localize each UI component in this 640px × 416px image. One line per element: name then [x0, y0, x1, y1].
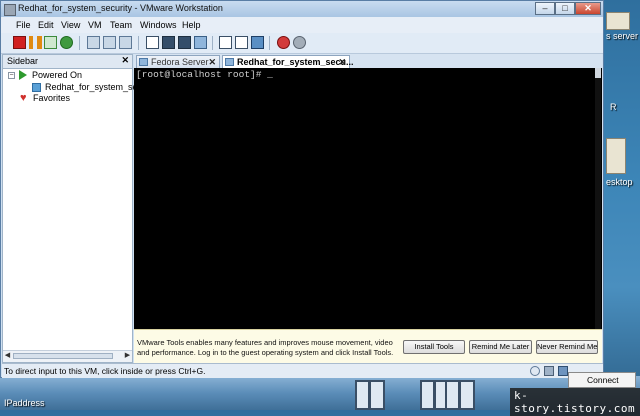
appliance-view-icon[interactable] [235, 36, 248, 49]
install-tools-button[interactable]: Install Tools [403, 340, 465, 354]
scrollbar-thumb[interactable] [13, 353, 113, 359]
toolbar-separator [138, 36, 139, 50]
connect-label: Connect [587, 375, 619, 385]
notification-message: VMware Tools enables many features and i… [137, 338, 394, 357]
quick-switch-icon[interactable] [194, 36, 207, 49]
menu-view[interactable]: View [61, 20, 80, 30]
snapshot-manager-icon[interactable] [119, 36, 132, 49]
close-button[interactable]: ✕ [575, 2, 601, 15]
toolbar [1, 33, 603, 54]
toolbar-separator [212, 36, 213, 50]
console-view-icon[interactable] [162, 36, 175, 49]
console-prompt: [root@localhost root]# _ [136, 69, 273, 80]
window-title: Redhat_for_system_security - VMware Work… [18, 3, 223, 13]
menu-edit[interactable]: Edit [38, 20, 54, 30]
taskbar-window-icon-3[interactable] [445, 380, 475, 410]
record-icon[interactable] [277, 36, 290, 49]
taskbar-ipaddress-label[interactable]: IPaddress [4, 398, 45, 408]
minimize-button[interactable]: – [535, 2, 555, 15]
scroll-left-icon[interactable]: ◀ [3, 351, 12, 361]
vm-tab-icon [225, 58, 234, 66]
app-icon [4, 4, 16, 16]
console-scrollbar[interactable] [595, 68, 601, 329]
menu-bar: File Edit View VM Team Windows Help [1, 17, 603, 33]
menu-windows[interactable]: Windows [140, 20, 177, 30]
revert-snapshot-icon[interactable] [103, 36, 116, 49]
vm-console-screen[interactable]: [root@localhost root]# _ [134, 68, 602, 329]
power-off-icon[interactable] [13, 36, 26, 49]
tab-label: Fedora Server [151, 57, 209, 67]
sidebar-horizontal-scrollbar[interactable]: ◀ ▶ [3, 350, 132, 362]
sync-status-icon[interactable] [530, 366, 540, 376]
replay-icon[interactable] [293, 36, 306, 49]
network-status-icon[interactable] [558, 366, 568, 376]
disk-status-icon[interactable] [544, 366, 554, 376]
toolbar-separator [269, 36, 270, 50]
console-tab-icon[interactable] [251, 36, 264, 49]
desktop-icon-folder[interactable] [606, 138, 626, 174]
sidebar-favorites[interactable]: Favorites [33, 93, 70, 103]
tab-label: Redhat_for_system_secu... [237, 57, 354, 67]
desktop-icon-server[interactable] [606, 12, 630, 30]
summary-view-icon[interactable] [219, 36, 232, 49]
connect-menu-item[interactable]: Connect [568, 372, 636, 388]
menu-team[interactable]: Team [110, 20, 132, 30]
desktop-label-r: R [610, 102, 617, 112]
reset-icon[interactable] [60, 36, 73, 49]
sidebar-header: Sidebar ✕ [3, 55, 132, 69]
favorites-heart-icon: ♥ [20, 92, 27, 104]
watermark: k-story.tistory.com [510, 388, 640, 416]
sidebar-title: Sidebar [7, 56, 39, 66]
tab-fedora-server[interactable]: Fedora Server ✕ [136, 55, 220, 68]
desktop-label-server: s server [606, 31, 639, 41]
menu-vm[interactable]: VM [88, 20, 102, 30]
maximize-button[interactable]: □ [555, 2, 575, 15]
status-bar: To direct input to this VM, click inside… [2, 363, 603, 378]
vm-tab-strip: Fedora Server ✕ Redhat_for_system_secu..… [134, 54, 602, 68]
snapshot-icon[interactable] [87, 36, 100, 49]
taskbar-window-icon[interactable] [355, 380, 385, 410]
never-remind-me-button[interactable]: Never Remind Me [536, 340, 598, 354]
tab-redhat-vm[interactable]: Redhat_for_system_secu... ✕ [222, 55, 354, 68]
suspend-icon[interactable] [29, 36, 42, 49]
sidebar-group-powered-on[interactable]: Powered On [32, 70, 82, 80]
vm-tab-icon [139, 58, 148, 66]
sidebar-toggle-icon[interactable] [146, 36, 159, 49]
vmware-window: Redhat_for_system_security - VMware Work… [0, 0, 604, 378]
toolbar-separator [79, 36, 80, 50]
sidebar-close-icon[interactable]: ✕ [121, 55, 129, 66]
vm-running-icon [32, 83, 41, 92]
menu-help[interactable]: Help [182, 20, 201, 30]
status-message: To direct input to this VM, click inside… [4, 366, 206, 376]
tab-close-icon[interactable]: ✕ [338, 56, 346, 68]
sidebar: Sidebar ✕ − Powered On Redhat_for_system… [2, 54, 159, 363]
console-scrollbar-thumb[interactable] [595, 68, 601, 78]
powered-on-icon [19, 70, 27, 80]
full-screen-icon[interactable] [178, 36, 191, 49]
power-on-icon[interactable] [44, 36, 57, 49]
desktop-label-desktop: esktop [606, 177, 633, 187]
vmware-tools-notification: VMware Tools enables many features and i… [134, 329, 602, 364]
menu-file[interactable]: File [16, 20, 31, 30]
collapse-icon[interactable]: − [8, 72, 15, 79]
title-bar[interactable]: Redhat_for_system_security - VMware Work… [1, 1, 603, 17]
scroll-right-icon[interactable]: ▶ [123, 351, 132, 361]
tab-close-icon[interactable]: ✕ [208, 56, 216, 68]
remind-me-later-button[interactable]: Remind Me Later [469, 340, 532, 354]
